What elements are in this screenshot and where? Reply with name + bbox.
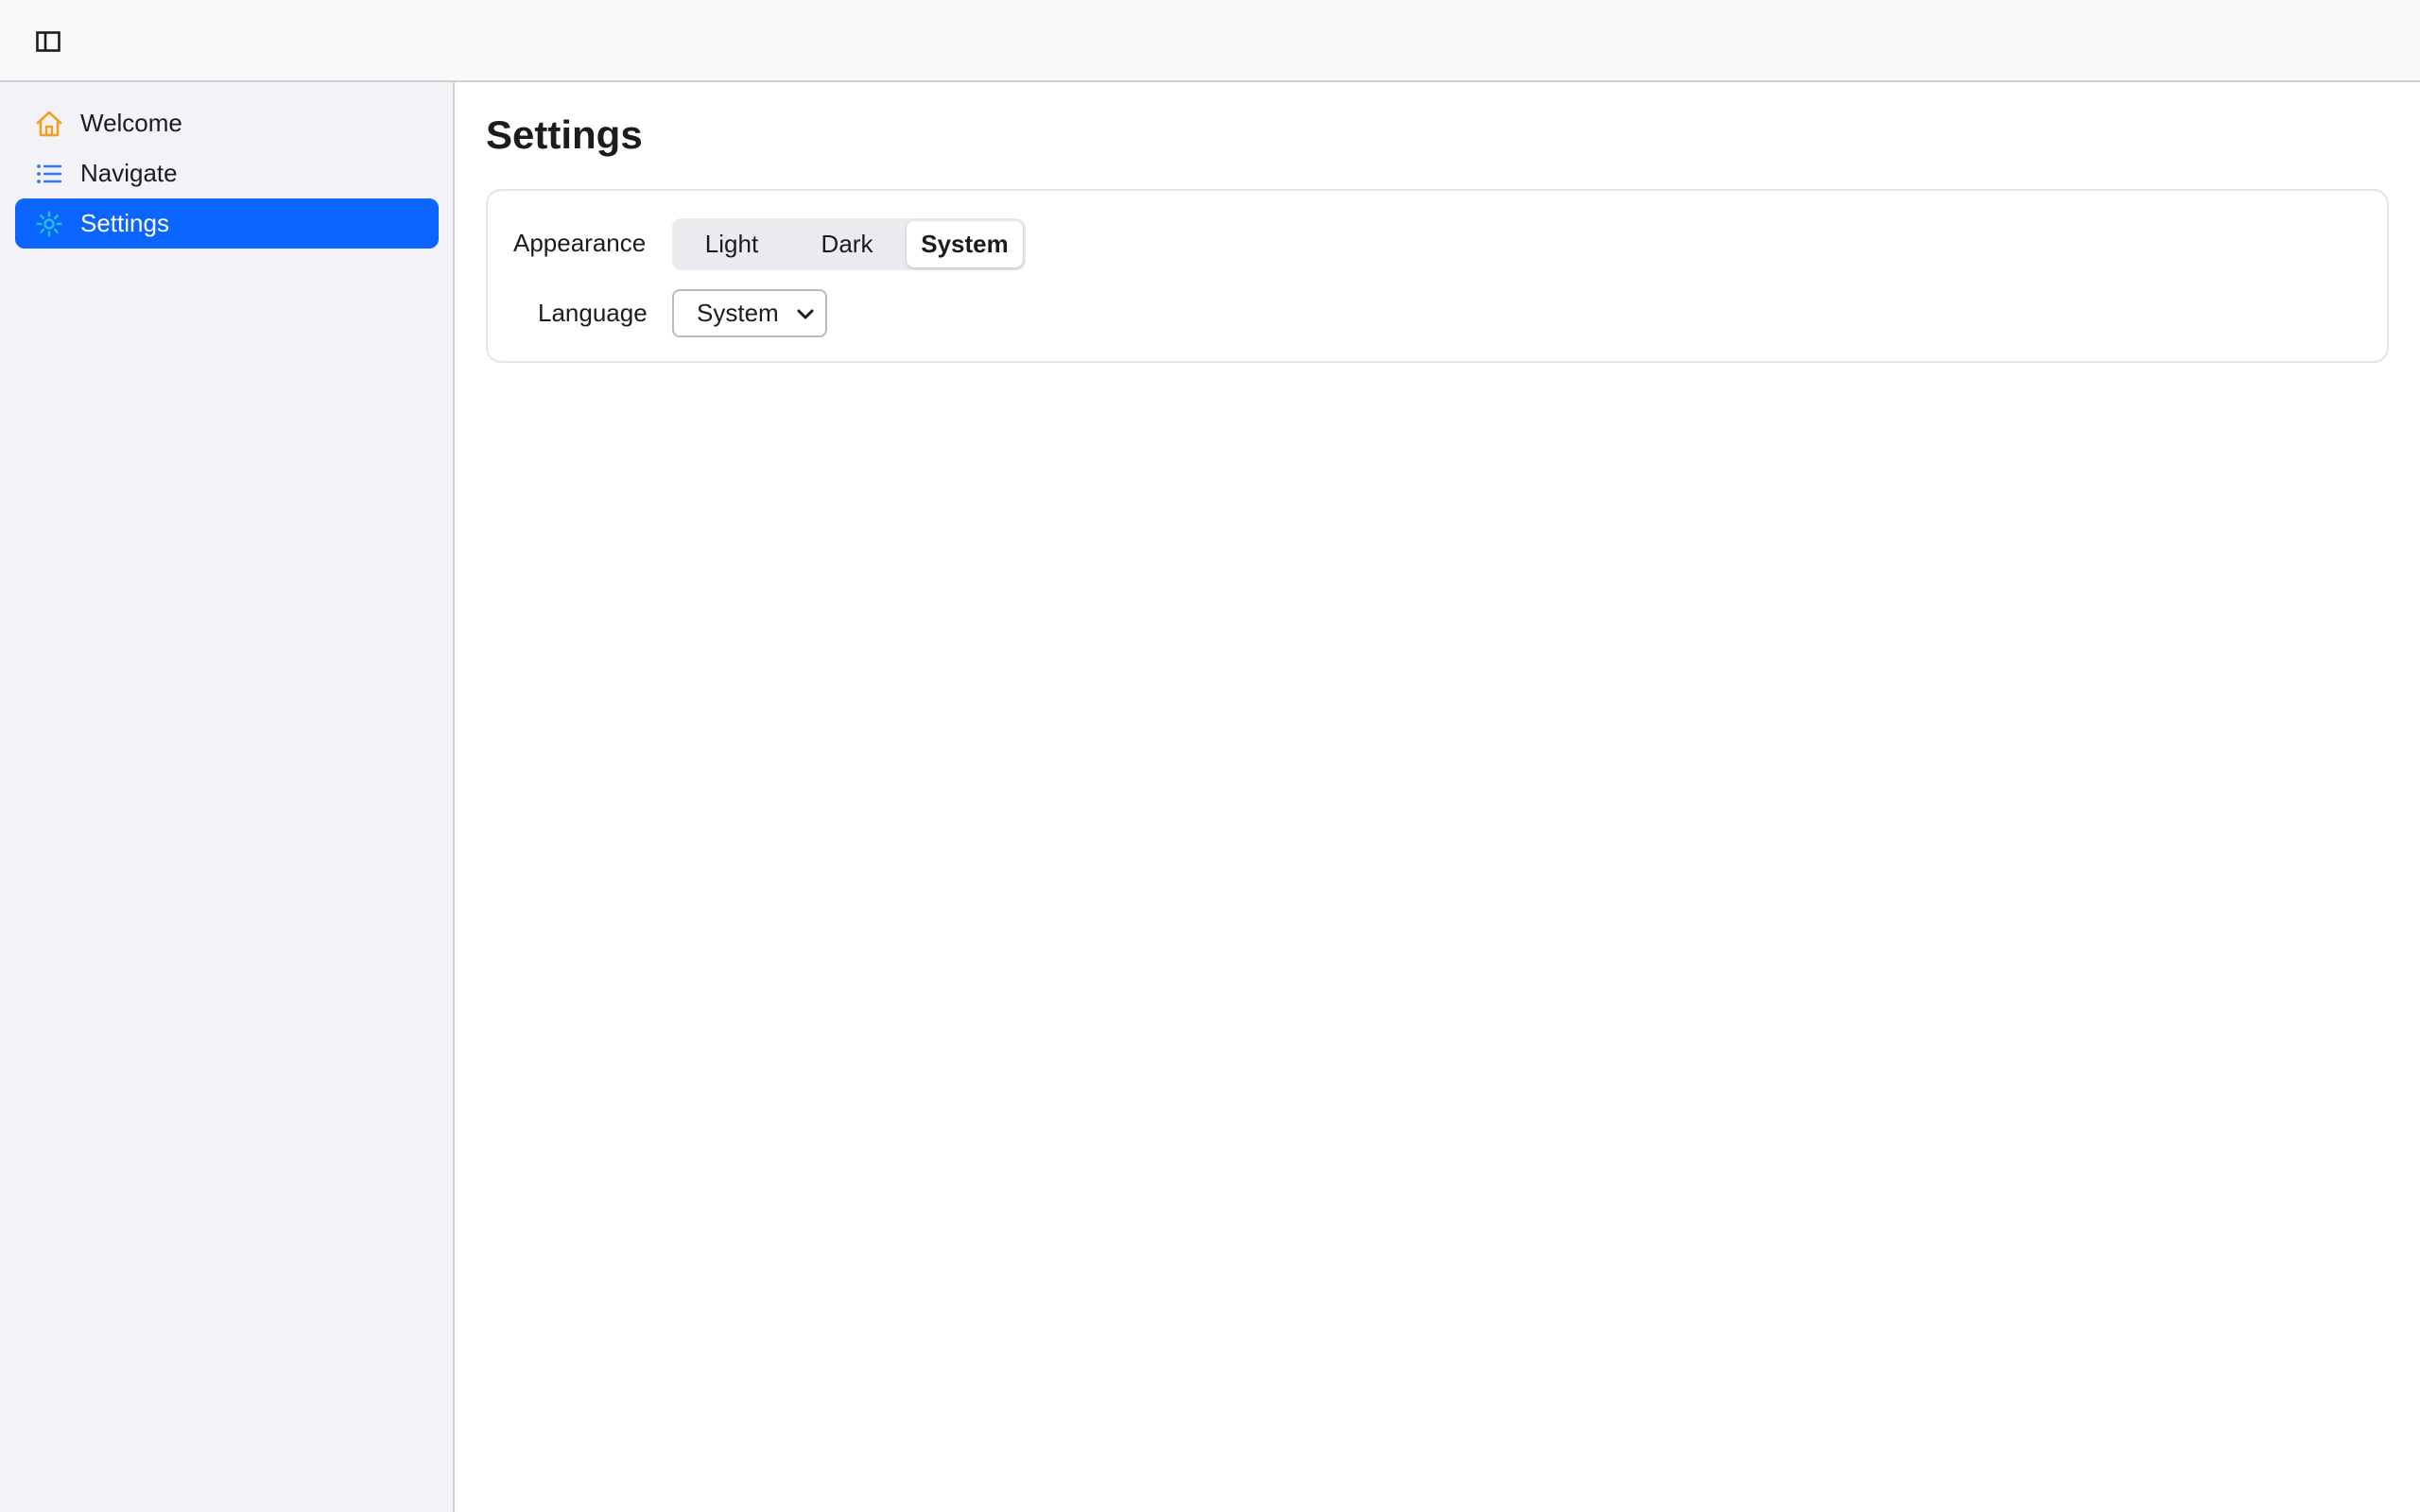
appearance-option-light[interactable]: Light — [675, 221, 788, 267]
language-select-value: System — [697, 299, 779, 327]
settings-card: Appearance Light Dark System Language Sy… — [486, 189, 2389, 363]
sidebar-item-welcome[interactable]: Welcome — [15, 98, 439, 148]
page-title: Settings — [486, 112, 643, 157]
sidebar-item-settings[interactable]: Settings — [15, 198, 439, 249]
chevron-down-icon — [797, 309, 814, 318]
toolbar — [0, 0, 2420, 82]
appearance-label: Appearance — [513, 229, 647, 257]
gear-icon — [34, 209, 64, 239]
sidebar: Welcome Navigate Settings — [0, 82, 455, 1512]
appearance-option-system[interactable]: System — [907, 221, 1023, 267]
sidebar-item-label: Welcome — [80, 109, 182, 137]
list-icon — [34, 159, 64, 189]
home-icon — [34, 109, 64, 139]
language-label: Language — [538, 299, 648, 327]
sidebar-item-navigate[interactable]: Navigate — [15, 148, 439, 198]
sidebar-item-label: Settings — [80, 209, 169, 237]
appearance-option-dark[interactable]: Dark — [790, 221, 904, 267]
sidebar-item-label: Navigate — [80, 159, 178, 187]
main-content: Settings Appearance Light Dark System La… — [457, 84, 2420, 1512]
sidebar-toggle-icon — [36, 31, 60, 52]
sidebar-toggle-button[interactable] — [28, 22, 68, 61]
language-select[interactable]: System — [672, 289, 827, 337]
appearance-segmented-control: Light Dark System — [672, 218, 1026, 270]
